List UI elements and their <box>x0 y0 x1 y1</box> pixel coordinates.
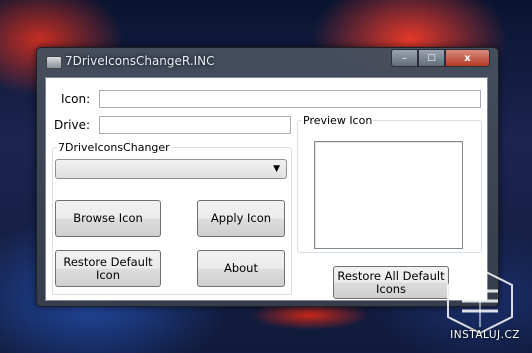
title-bar[interactable]: 7DriveIconsChangeR.INC – □ x <box>37 48 498 76</box>
drive-input[interactable] <box>99 116 291 134</box>
restore-all-default-icons-button[interactable]: Restore All Default Icons <box>333 266 449 299</box>
app-window: 7DriveIconsChangeR.INC – □ x Icon: Drive… <box>36 47 499 307</box>
window-controls: – □ x <box>391 49 490 67</box>
about-button[interactable]: About <box>197 250 285 287</box>
icon-label: Icon: <box>61 92 91 106</box>
browse-icon-button[interactable]: Browse Icon <box>55 200 161 237</box>
drive-icon <box>46 56 62 69</box>
minimize-icon: – <box>402 52 407 64</box>
preview-group-legend: Preview Icon <box>303 114 373 127</box>
main-group-legend: 7DriveIconsChanger <box>58 141 170 154</box>
apply-icon-button[interactable]: Apply Icon <box>197 200 285 237</box>
minimize-button[interactable]: – <box>391 49 418 67</box>
icon-path-input[interactable] <box>99 90 481 108</box>
client-area: Icon: Drive: 7DriveIconsChanger ▼ Browse… <box>45 77 488 301</box>
drive-select[interactable]: ▼ <box>55 159 287 179</box>
preview-icon-box <box>314 141 463 249</box>
maximize-icon: □ <box>427 53 436 63</box>
window-title: 7DriveIconsChangeR.INC <box>65 54 215 68</box>
close-icon: x <box>464 52 471 64</box>
restore-default-icon-button[interactable]: Restore Default Icon <box>55 250 161 287</box>
watermark-text: INSTALUJ.CZ <box>450 329 520 341</box>
close-button[interactable]: x <box>445 49 490 67</box>
maximize-button[interactable]: □ <box>418 49 445 67</box>
chevron-down-icon: ▼ <box>273 164 280 174</box>
drive-label: Drive: <box>54 118 91 132</box>
